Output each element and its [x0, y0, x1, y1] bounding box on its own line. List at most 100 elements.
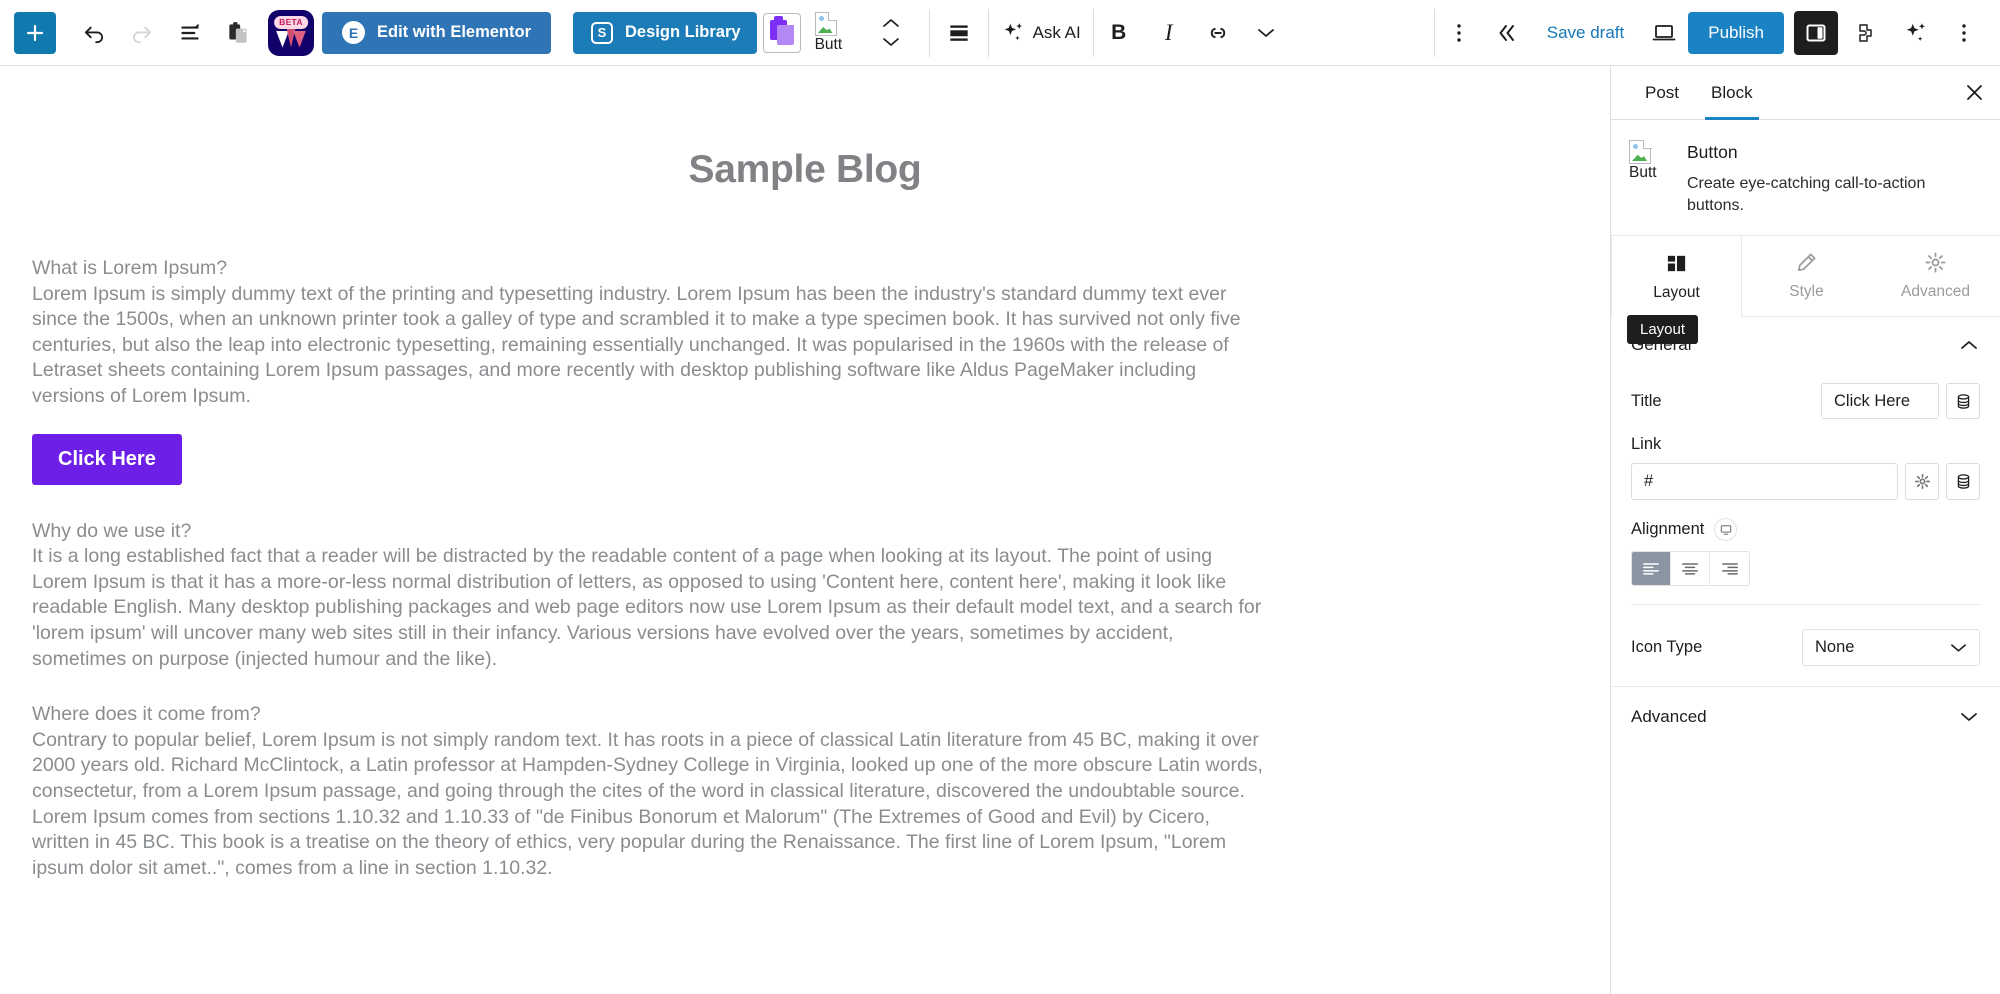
- sparkles-icon: [1903, 20, 1929, 46]
- icon-type-select[interactable]: None: [1802, 629, 1980, 666]
- more-options-button[interactable]: [1940, 9, 1988, 57]
- redo-button[interactable]: [118, 9, 166, 57]
- block-type-broken-image[interactable]: Butt: [815, 12, 861, 53]
- icon-type-value: None: [1815, 638, 1854, 657]
- block-info-card: Butt Button Create eye-catching call-to-…: [1611, 120, 2000, 235]
- link-icon: [1205, 20, 1231, 46]
- edit-with-elementor-button[interactable]: E Edit with Elementor: [322, 12, 551, 54]
- close-panel-button[interactable]: [1948, 66, 2000, 119]
- italic-button[interactable]: I: [1144, 9, 1194, 57]
- copy-style-button[interactable]: [763, 13, 801, 53]
- toolbar-left-group: BETA E Edit with Elementor S Design Libr…: [0, 0, 1290, 66]
- alignment-label-row: Alignment: [1611, 500, 2000, 551]
- chevron-up-icon[interactable]: [1958, 338, 1980, 352]
- desktop-device-icon[interactable]: [1714, 518, 1737, 541]
- link-dynamic-data-button[interactable]: [1946, 463, 1980, 500]
- kebab-menu-icon: [1953, 21, 1975, 45]
- redo-icon: [129, 20, 155, 46]
- elementor-e-icon: E: [342, 21, 365, 44]
- puzzle-plug-icon: [1850, 19, 1880, 47]
- block-settings-panel: Post Block Butt Button Create eye-catchi…: [1610, 66, 2000, 994]
- mode-tab-style[interactable]: Style: [1742, 236, 1871, 316]
- move-block-stepper[interactable]: [871, 18, 911, 47]
- bold-button[interactable]: B: [1094, 9, 1144, 57]
- kebab-menu-icon: [1448, 21, 1470, 45]
- image-mountain-shape: [818, 25, 833, 33]
- image-corner-fold: [1643, 140, 1652, 149]
- post-title[interactable]: Sample Blog: [0, 148, 1610, 192]
- settings-sidebar-toggle[interactable]: [1794, 11, 1838, 55]
- content-paragraph-3[interactable]: Where does it come from? Contrary to pop…: [32, 672, 1264, 881]
- title-input[interactable]: Click Here: [1821, 383, 1939, 419]
- alignment-label: Alignment: [1631, 520, 1704, 539]
- block-align-button[interactable]: [930, 9, 988, 57]
- copy-paste-button[interactable]: [214, 9, 262, 57]
- title-dynamic-data-button[interactable]: [1946, 383, 1980, 419]
- publish-button[interactable]: Publish: [1688, 12, 1784, 54]
- paragraph-1-body: Lorem Ipsum is simply dummy text of the …: [32, 282, 1264, 410]
- heading-why-do-we-use-it: Why do we use it?: [32, 519, 1264, 545]
- ai-assistant-button[interactable]: [1892, 9, 1940, 57]
- section-header-general[interactable]: General Layout: [1611, 317, 2000, 369]
- block-broken-image: Butt: [1629, 140, 1673, 217]
- paragraph-2-body: It is a long established fact that a rea…: [32, 544, 1264, 672]
- document-overview-button[interactable]: [166, 9, 214, 57]
- gear-icon: [1914, 473, 1931, 490]
- link-control-block: Link #: [1611, 425, 2000, 500]
- align-center-button[interactable]: [1671, 552, 1710, 585]
- gear-icon: [1924, 251, 1947, 274]
- mode-tab-layout-label: Layout: [1653, 284, 1700, 302]
- mode-tab-advanced[interactable]: Advanced: [1871, 236, 2000, 316]
- mode-tab-advanced-label: Advanced: [1901, 283, 1970, 301]
- link-input[interactable]: #: [1631, 463, 1898, 500]
- click-here-button[interactable]: Click Here: [32, 434, 182, 485]
- list-view-icon: [177, 20, 203, 46]
- design-library-button[interactable]: S Design Library: [573, 12, 757, 54]
- icon-type-control-row: Icon Type None: [1611, 623, 2000, 672]
- title-control-row: Title Click Here: [1611, 369, 2000, 425]
- toolbar-right-group: Save draft Publish: [1434, 0, 2000, 66]
- add-block-button[interactable]: [14, 12, 56, 54]
- laptop-preview-icon: [1651, 21, 1677, 45]
- more-formatting-button[interactable]: [1242, 9, 1290, 57]
- block-options-button[interactable]: [1435, 9, 1483, 57]
- link-label: Link: [1631, 435, 1980, 454]
- tab-block[interactable]: Block: [1695, 66, 1769, 119]
- ask-ai-button[interactable]: Ask AI: [989, 9, 1093, 57]
- editor-toolbar: BETA E Edit with Elementor S Design Libr…: [0, 0, 2000, 66]
- link-button[interactable]: [1194, 9, 1242, 57]
- monitor-icon: [1720, 524, 1732, 536]
- content-paragraph-2[interactable]: Why do we use it? It is a long establish…: [32, 485, 1264, 673]
- undo-icon: [81, 20, 107, 46]
- chevron-down-icon: [881, 36, 901, 47]
- mode-tab-layout[interactable]: Layout: [1611, 235, 1742, 317]
- title-label: Title: [1631, 392, 1662, 411]
- panel-tab-bar: Post Block: [1611, 66, 2000, 120]
- database-icon: [1955, 393, 1972, 410]
- align-block-icon: [946, 20, 972, 46]
- chevron-down-icon: [1958, 710, 1980, 724]
- align-right-icon: [1721, 561, 1739, 576]
- align-left-button[interactable]: [1632, 552, 1671, 585]
- beta-badge-label: BETA: [274, 16, 308, 29]
- plugin-extension-button[interactable]: [1838, 9, 1892, 57]
- content-paragraph-1[interactable]: What is Lorem Ipsum? Lorem Ipsum is simp…: [32, 192, 1264, 410]
- broken-image-alt-text: Butt: [815, 37, 843, 53]
- edit-with-elementor-label: Edit with Elementor: [377, 23, 531, 42]
- tab-post[interactable]: Post: [1629, 66, 1695, 119]
- collapse-toolbar-button[interactable]: [1483, 9, 1531, 57]
- preview-button[interactable]: [1640, 9, 1688, 57]
- plus-icon: [25, 23, 45, 43]
- undo-button[interactable]: [70, 9, 118, 57]
- align-center-icon: [1681, 561, 1699, 576]
- layout-tooltip: Layout: [1627, 315, 1698, 344]
- image-corner-fold: [828, 12, 837, 21]
- copy-front-shape: [777, 25, 794, 45]
- double-chevron-left-icon: [1494, 22, 1520, 44]
- section-header-advanced[interactable]: Advanced: [1611, 686, 2000, 747]
- save-draft-button[interactable]: Save draft: [1531, 23, 1641, 43]
- align-right-button[interactable]: [1710, 552, 1749, 585]
- link-settings-button[interactable]: [1905, 463, 1939, 500]
- elementor-beta-logo[interactable]: BETA: [268, 10, 314, 56]
- ask-ai-label: Ask AI: [1033, 23, 1081, 43]
